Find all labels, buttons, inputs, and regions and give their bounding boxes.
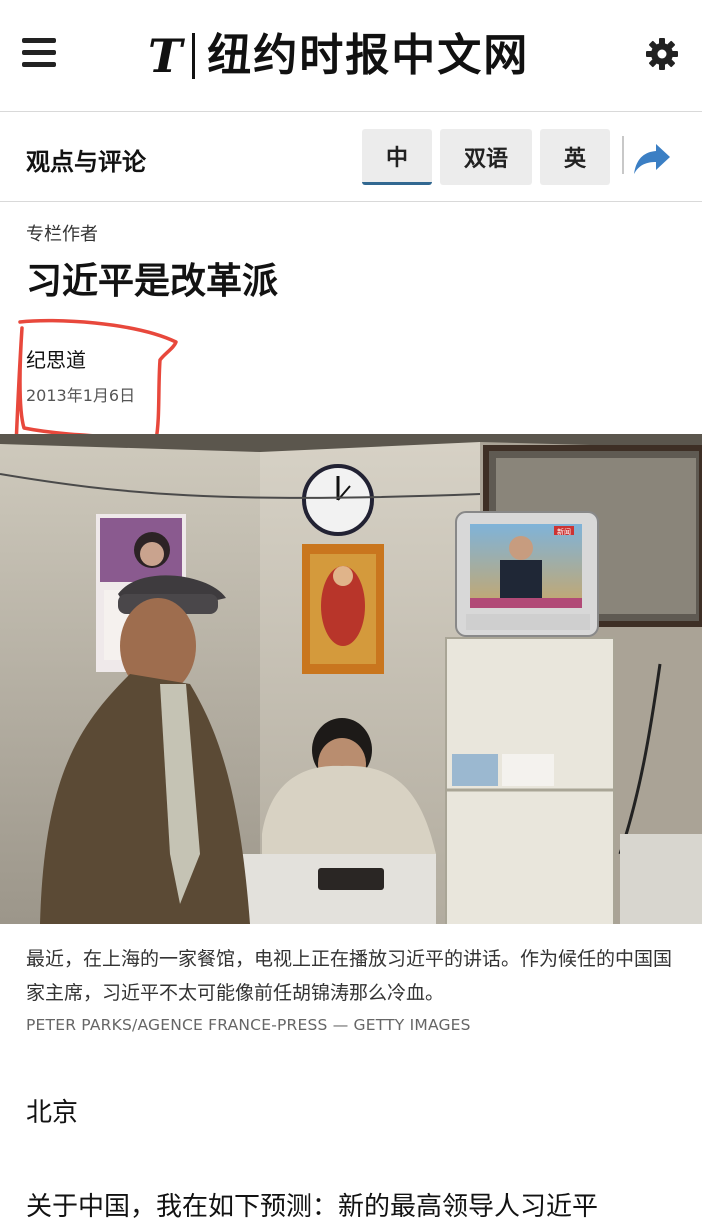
site-title: 纽约时报中文网	[207, 30, 530, 81]
section-bar: 观点与评论 中 双语 英	[0, 112, 702, 202]
photo-credit: PETER PARKS/AGENCE FRANCE-PRESS — GETTY …	[26, 1016, 471, 1034]
site-logo[interactable]: T 纽约时报中文网	[148, 26, 529, 86]
section-title[interactable]: 观点与评论	[26, 142, 146, 177]
article-photo: 新闻	[0, 434, 702, 924]
share-arrow-icon[interactable]	[632, 142, 672, 176]
author-byline[interactable]: 纪思道	[26, 344, 86, 373]
lang-tab-chinese[interactable]: 中	[362, 129, 432, 185]
article-dateline: 北京	[26, 1098, 79, 1128]
article-headline: 习近平是改革派	[26, 261, 279, 302]
photo-caption: 最近，在上海的一家餐馆，电视上正在播放习近平的讲话。作为候任的中国国家主席，习近…	[26, 948, 673, 1004]
publish-date: 2013年1月6日	[26, 386, 136, 405]
nyt-t-logo: T	[148, 29, 183, 83]
app-header: T 纽约时报中文网	[0, 0, 702, 112]
divider	[622, 136, 624, 174]
lang-tab-english[interactable]: 英	[540, 129, 610, 185]
lang-tab-bilingual[interactable]: 双语	[440, 129, 532, 185]
article-kicker[interactable]: 专栏作者	[26, 220, 98, 246]
gear-icon[interactable]	[644, 36, 680, 72]
article-paragraph: 关于中国，我在如下预测：新的最高领导人习近平	[26, 1192, 599, 1222]
svg-text:新闻: 新闻	[557, 527, 571, 536]
logo-divider	[192, 33, 196, 79]
hamburger-menu-icon[interactable]	[22, 38, 58, 68]
